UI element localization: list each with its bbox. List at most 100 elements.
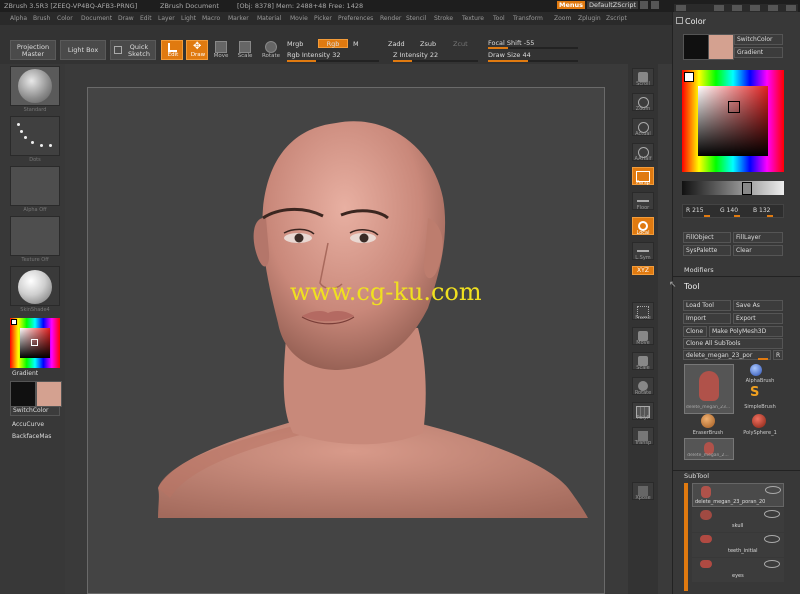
rgb-intensity-slider[interactable] — [287, 60, 379, 62]
subtool-item-0[interactable]: delete_megan_23_poran_20 — [692, 483, 784, 507]
window-maximize-icon[interactable] — [651, 1, 659, 9]
draw-mode-button[interactable]: ✥ Draw — [186, 40, 208, 60]
menu-stencil[interactable]: Stencil — [406, 15, 426, 22]
light-box-button[interactable]: Light Box — [60, 40, 106, 60]
clear-color-button[interactable]: Clear — [733, 245, 783, 256]
import-button[interactable]: Import — [683, 313, 731, 324]
menu-light[interactable]: Light — [181, 15, 196, 22]
backface-mask-toggle[interactable]: BackfaceMas — [12, 433, 51, 440]
texture-thumbnail[interactable] — [10, 216, 60, 256]
sys-palette-button[interactable]: SysPalette — [683, 245, 731, 256]
make-polymesh-button[interactable]: Make PolyMesh3D — [709, 326, 783, 337]
menu-tool[interactable]: Tool — [493, 15, 505, 22]
eye-icon[interactable] — [764, 510, 780, 518]
rgb-button[interactable]: Rgb — [318, 39, 348, 48]
menu-edit[interactable]: Edit — [140, 15, 152, 22]
eye-icon[interactable] — [764, 560, 780, 568]
projection-master-button[interactable]: Projection Master — [10, 40, 56, 60]
eraserbrush-icon[interactable] — [701, 414, 715, 428]
tool-tray-handle-icon[interactable]: ↖ — [669, 280, 677, 290]
left-gradient-button[interactable]: Gradient — [12, 370, 38, 377]
gradient-button[interactable]: Gradient — [734, 47, 783, 58]
zcut-button[interactable]: Zcut — [453, 40, 468, 48]
accu-curve-toggle[interactable]: AccuCurve — [12, 421, 44, 428]
left-secondary-color-swatch[interactable] — [10, 381, 36, 407]
color-picker[interactable] — [682, 70, 784, 172]
menu-movie[interactable]: Movie — [290, 15, 308, 22]
subtool-item-2[interactable]: teeth_initial — [692, 533, 784, 557]
menu-macro[interactable]: Macro — [202, 15, 220, 22]
polysphere-icon[interactable] — [752, 414, 766, 428]
menu-marker[interactable]: Marker — [228, 15, 249, 22]
alphabrush-icon[interactable] — [750, 364, 762, 376]
tray-icon[interactable] — [750, 5, 760, 11]
fill-object-button[interactable]: FillObject — [683, 232, 731, 243]
scale-mode-button[interactable]: Scale — [235, 40, 255, 60]
menu-zplugin[interactable]: Zplugin — [578, 15, 601, 22]
tray-icon[interactable] — [786, 5, 796, 11]
color-selector-icon[interactable] — [728, 101, 740, 113]
menu-draw[interactable]: Draw — [118, 15, 134, 22]
color-saturation-square[interactable] — [698, 86, 768, 156]
menu-brush[interactable]: Brush — [33, 15, 50, 22]
menu-zoom[interactable]: Zoom — [554, 15, 571, 22]
fill-layer-button[interactable]: FillLayer — [733, 232, 783, 243]
focal-shift-slider[interactable] — [488, 47, 578, 49]
menu-material[interactable]: Material — [257, 15, 281, 22]
quick-sketch-button[interactable]: Quick Sketch — [110, 40, 156, 60]
menu-transform[interactable]: Transform — [513, 15, 543, 22]
left-main-color-swatch[interactable] — [36, 381, 62, 407]
left-switch-color-button[interactable]: SwitchColor — [10, 406, 60, 416]
tray-icon[interactable] — [714, 5, 724, 11]
alpha-thumbnail[interactable] — [10, 166, 60, 206]
menu-preferences[interactable]: Preferences — [338, 15, 373, 22]
subtool-item-3[interactable]: eyes — [692, 558, 784, 582]
main-color-swatch[interactable] — [708, 34, 734, 60]
green-value[interactable]: G 140 — [720, 207, 738, 214]
menu-zscript[interactable]: Zscript — [606, 15, 627, 22]
subtool-scrollbar[interactable] — [684, 483, 688, 591]
red-value[interactable]: R 215 — [686, 207, 704, 214]
menu-stroke[interactable]: Stroke — [434, 15, 453, 22]
export-button[interactable]: Export — [733, 313, 783, 324]
secondary-color-swatch[interactable] — [683, 34, 709, 60]
tool-palette-title[interactable]: Tool — [684, 282, 700, 291]
switch-color-button[interactable]: SwitchColor — [734, 34, 783, 45]
stroke-thumbnail[interactable] — [10, 116, 60, 156]
tray-icon[interactable] — [768, 5, 778, 11]
material-thumbnail[interactable] — [10, 266, 60, 306]
menu-document[interactable]: Document — [81, 15, 112, 22]
tool-reset-button[interactable]: R — [773, 350, 783, 360]
brush-thumbnail[interactable] — [10, 66, 60, 106]
m-button[interactable]: M — [353, 40, 359, 48]
xyz-button[interactable]: XYZ — [632, 266, 654, 275]
zadd-button[interactable]: Zadd — [388, 40, 405, 48]
subtool-header[interactable]: SubTool — [684, 472, 709, 480]
value-gradient-bar[interactable] — [682, 181, 784, 195]
edit-mode-button[interactable]: Edit — [161, 40, 183, 60]
menu-texture[interactable]: Texture — [462, 15, 484, 22]
rotate-mode-button[interactable]: Rotate — [260, 40, 282, 60]
menu-alpha[interactable]: Alpha — [10, 15, 27, 22]
mrgb-button[interactable]: Mrgb — [287, 40, 303, 48]
simplebrush-icon[interactable]: S — [750, 386, 759, 399]
hue-selector-icon[interactable] — [684, 72, 694, 82]
value-slider-handle-icon[interactable] — [742, 182, 752, 195]
modifiers-header[interactable]: Modifiers — [684, 266, 714, 274]
left-color-picker[interactable] — [10, 318, 60, 368]
head-model[interactable] — [88, 88, 605, 594]
clone-button[interactable]: Clone — [683, 326, 707, 337]
move-mode-button[interactable]: Move — [211, 40, 231, 60]
eye-icon[interactable] — [765, 486, 781, 494]
draw-size-slider[interactable] — [488, 60, 578, 62]
zsub-button[interactable]: Zsub — [420, 40, 436, 48]
menus-toggle[interactable]: Menus — [557, 1, 586, 9]
menu-render[interactable]: Render — [380, 15, 401, 22]
menu-picker[interactable]: Picker — [314, 15, 332, 22]
blue-value[interactable]: B 132 — [753, 207, 770, 214]
color-palette-title[interactable]: Color — [676, 17, 706, 26]
tray-icon[interactable] — [676, 5, 686, 11]
subtool-item-1[interactable]: skull — [692, 508, 784, 532]
load-tool-button[interactable]: Load Tool — [683, 300, 731, 311]
menu-color[interactable]: Color — [57, 15, 73, 22]
